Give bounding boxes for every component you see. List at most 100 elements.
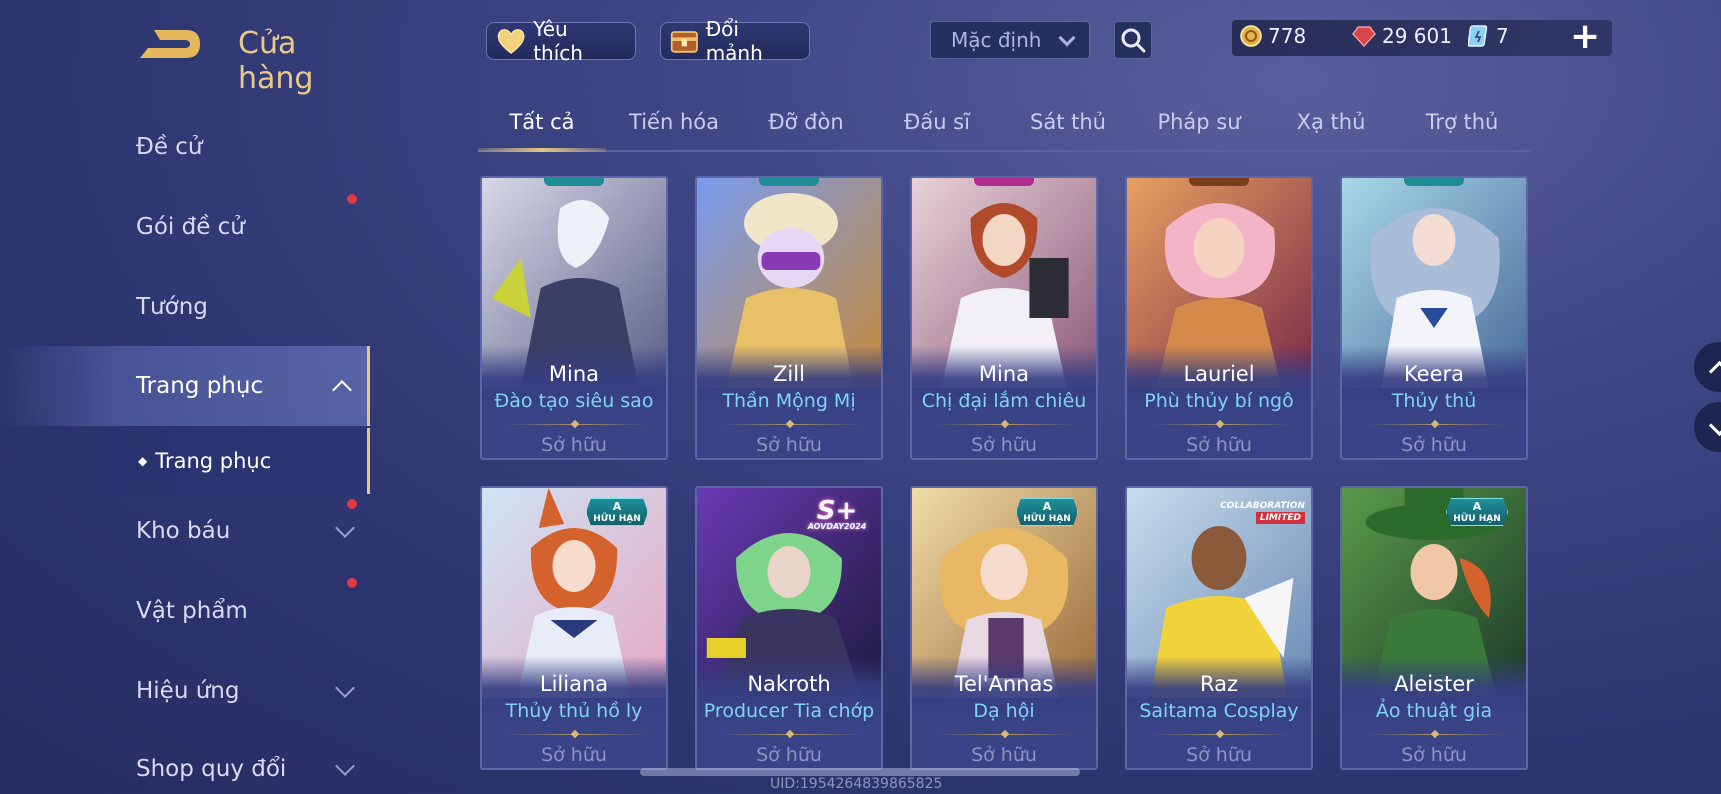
owned-status: Sở hữu bbox=[971, 434, 1037, 456]
owned-status: Sở hữu bbox=[541, 434, 607, 456]
badge-text: HỮU HẠN bbox=[593, 514, 641, 524]
gem-balance: 29 601 bbox=[1352, 24, 1452, 48]
owned-status: Sở hữu bbox=[1401, 434, 1467, 456]
uid-watermark: UID:1954264839865825 bbox=[770, 776, 943, 792]
sidebar-item-label: Gói đề cử bbox=[136, 214, 245, 240]
tab-support[interactable]: Trợ thủ bbox=[1426, 110, 1499, 134]
skin-card[interactable]: A HỮU HẠN Liliana Thủy thủ hồ ly Sở hữu bbox=[480, 486, 668, 770]
sidebar-item-label: Shop quy đổi bbox=[136, 756, 287, 782]
owned-status: Sở hữu bbox=[756, 744, 822, 766]
exchange-shards-button[interactable]: Đổi mảnh bbox=[660, 17, 810, 65]
hero-name: Liliana bbox=[539, 672, 609, 696]
badge-grade: A bbox=[1472, 500, 1482, 513]
sidebar-item-recommended[interactable]: Đề cử bbox=[0, 108, 370, 186]
hero-name: Aleister bbox=[1394, 672, 1474, 696]
gold-balance: 778 bbox=[1240, 24, 1306, 48]
divider bbox=[936, 424, 1076, 425]
tab-fighter[interactable]: Đấu sĩ bbox=[904, 110, 970, 134]
skin-name: Phù thủy bí ngô bbox=[1144, 390, 1294, 412]
chevron-down-icon bbox=[335, 518, 355, 538]
voucher-balance: 7 bbox=[1468, 24, 1509, 48]
skin-card[interactable]: Lauriel Phù thủy bí ngô Sở hữu bbox=[1125, 176, 1313, 460]
sidebar-item-skins[interactable]: Trang phục bbox=[0, 346, 370, 426]
sidebar-item-label: Vật phẩm bbox=[136, 598, 248, 624]
divider bbox=[1151, 734, 1291, 735]
skin-card[interactable]: Mina Chị đại lắm chiêu Sở hữu bbox=[910, 176, 1098, 460]
divider bbox=[506, 424, 646, 425]
divider bbox=[936, 734, 1076, 735]
sidebar-item-exchange-shop[interactable]: Shop quy đổi bbox=[0, 730, 370, 794]
add-currency-button[interactable]: + bbox=[1570, 19, 1600, 55]
sidebar-item-label: Trang phục bbox=[136, 373, 264, 399]
limited-badge: A HỮU HẠN bbox=[586, 498, 648, 526]
skin-name: Đào tạo siêu sao bbox=[494, 390, 654, 412]
gem-amount: 29 601 bbox=[1382, 24, 1452, 48]
gold-amount: 778 bbox=[1268, 24, 1307, 48]
tab-evolution[interactable]: Tiến hóa bbox=[629, 110, 719, 134]
skin-name: Saitama Cosplay bbox=[1139, 700, 1299, 722]
skin-card[interactable]: COLLABORATION LIMITED Raz Saitama Cosplay… bbox=[1125, 486, 1313, 770]
sidebar: Cửa hàng Đề cử Gói đề cử Tướng Trang phụ… bbox=[0, 0, 372, 794]
sidebar-item-label: Hiệu ứng bbox=[136, 678, 240, 704]
skin-card[interactable]: Mina Đào tạo siêu sao Sở hữu bbox=[480, 176, 668, 460]
divider bbox=[1366, 734, 1506, 735]
sidebar-subitem-skins[interactable]: ◆ Trang phục bbox=[0, 428, 370, 494]
sidebar-item-bundles[interactable]: Gói đề cử bbox=[0, 188, 370, 266]
badge-subtext: AOVDAY2024 bbox=[807, 522, 867, 531]
hero-name: Keera bbox=[1403, 362, 1465, 386]
heart-icon bbox=[497, 29, 525, 54]
tab-assassin[interactable]: Sát thủ bbox=[1030, 110, 1106, 134]
chevron-down-icon bbox=[335, 756, 355, 776]
skin-name: Thần Mộng Mị bbox=[722, 390, 856, 412]
skin-card[interactable]: S+ AOVDAY2024 Nakroth Producer Tia chớp S… bbox=[695, 486, 883, 770]
tab-mage[interactable]: Pháp sư bbox=[1157, 110, 1240, 134]
voucher-card-icon bbox=[1468, 25, 1488, 47]
sidebar-item-label: Tướng bbox=[136, 294, 208, 320]
ribbon bbox=[1189, 178, 1249, 186]
sort-dropdown[interactable]: Mặc định bbox=[930, 21, 1090, 59]
skin-card[interactable]: A HỮU HẠN Aleister Ảo thuật gia Sở hữu bbox=[1340, 486, 1528, 770]
search-button[interactable] bbox=[1114, 21, 1152, 59]
skin-name: Ảo thuật gia bbox=[1375, 700, 1493, 722]
horizontal-scrollbar[interactable] bbox=[640, 768, 1080, 776]
badge-text: HỮU HẠN bbox=[1023, 514, 1071, 524]
exchange-shards-label: Đổi mảnh bbox=[705, 17, 763, 65]
sidebar-item-treasure[interactable]: Kho báu bbox=[0, 492, 370, 570]
chevron-down-icon bbox=[1058, 29, 1076, 47]
skin-name: Chị đại lắm chiêu bbox=[921, 390, 1087, 412]
divider bbox=[721, 734, 861, 735]
limited-badge: A HỮU HẠN bbox=[1016, 498, 1078, 526]
sidebar-item-label: Đề cử bbox=[136, 134, 203, 160]
sidebar-item-heroes[interactable]: Tướng bbox=[0, 268, 370, 346]
owned-status: Sở hữu bbox=[1186, 434, 1252, 456]
badge-grade: A bbox=[1042, 500, 1052, 513]
scroll-down-button[interactable] bbox=[1694, 402, 1721, 452]
skin-card[interactable]: Zill Thần Mộng Mị Sở hữu bbox=[695, 176, 883, 460]
owned-status: Sở hữu bbox=[1186, 744, 1252, 766]
hero-name: Mina bbox=[548, 362, 600, 386]
favorites-button[interactable]: Yêu thích bbox=[486, 17, 636, 65]
hero-name: Tel'Annas bbox=[954, 672, 1054, 696]
skin-name: Producer Tia chớp bbox=[703, 700, 875, 722]
hero-name: Raz bbox=[1199, 672, 1239, 696]
tab-tank[interactable]: Đỡ đòn bbox=[768, 110, 843, 134]
skin-card[interactable]: Keera Thủy thủ Sở hữu bbox=[1340, 176, 1528, 460]
divider bbox=[506, 734, 646, 735]
tab-marksman[interactable]: Xạ thủ bbox=[1297, 110, 1366, 134]
divider bbox=[1366, 424, 1506, 425]
sidebar-item-effects[interactable]: Hiệu ứng bbox=[0, 652, 370, 730]
limited-badge: A HỮU HẠN bbox=[1446, 498, 1508, 526]
notification-dot bbox=[347, 194, 357, 204]
back-icon[interactable] bbox=[134, 24, 206, 64]
badge-grade: A bbox=[612, 500, 622, 513]
ribbon bbox=[544, 178, 604, 186]
favorites-label: Yêu thích bbox=[533, 17, 583, 65]
active-tab-indicator bbox=[478, 148, 606, 152]
voucher-amount: 7 bbox=[1496, 24, 1509, 48]
skin-card[interactable]: A HỮU HẠN Tel'Annas Dạ hội Sở hữu bbox=[910, 486, 1098, 770]
sidebar-item-items[interactable]: Vật phẩm bbox=[0, 572, 370, 650]
tab-all[interactable]: Tất cả bbox=[509, 110, 574, 134]
sidebar-item-label: Kho báu bbox=[136, 518, 231, 544]
hero-name: Nakroth bbox=[747, 672, 831, 696]
scroll-up-button[interactable] bbox=[1694, 342, 1721, 392]
